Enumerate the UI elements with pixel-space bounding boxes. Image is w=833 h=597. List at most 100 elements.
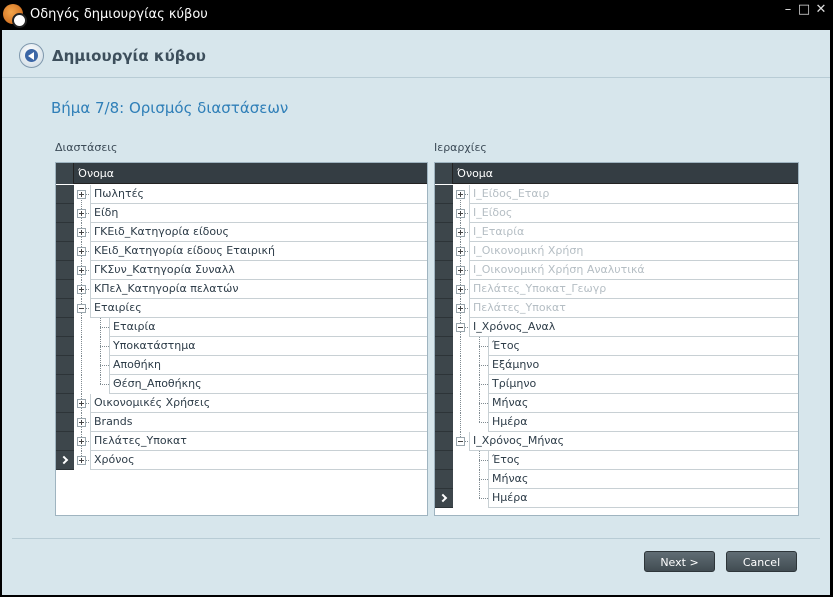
expand-plus-icon[interactable] xyxy=(77,247,86,256)
row-selector[interactable] xyxy=(56,242,74,261)
expand-plus-icon[interactable] xyxy=(77,190,86,199)
expand-plus-icon[interactable] xyxy=(456,247,465,256)
row-selector[interactable] xyxy=(56,204,74,223)
row-selector[interactable] xyxy=(56,223,74,242)
expand-plus-icon[interactable] xyxy=(77,228,86,237)
row-selector[interactable] xyxy=(56,337,74,356)
tree-row[interactable]: Έτος xyxy=(435,451,798,470)
tree-item-label[interactable]: Αποθήκη xyxy=(109,356,427,375)
tree-item-label[interactable]: Εταιρία xyxy=(109,318,427,337)
tree-item-label[interactable]: Brands xyxy=(90,413,427,432)
row-selector[interactable] xyxy=(435,394,453,413)
expand-plus-icon[interactable] xyxy=(77,456,86,465)
row-selector[interactable] xyxy=(56,413,74,432)
tree-row[interactable]: Ι_Είδος_Εταιρ xyxy=(435,185,798,213)
tree-row[interactable]: ΓΚΣυν_Κατηγορία Συναλλ xyxy=(56,261,427,280)
tree-row[interactable]: Ημέρα xyxy=(435,489,798,508)
row-selector[interactable] xyxy=(56,432,74,451)
row-selector[interactable] xyxy=(56,394,74,413)
tree-item-label[interactable]: Θέση_Αποθήκης xyxy=(109,375,427,394)
tree-row[interactable]: Είδη xyxy=(56,204,427,223)
tree-item-label[interactable]: Πελάτες_Υποκατ xyxy=(90,432,427,451)
row-selector[interactable] xyxy=(56,318,74,337)
row-selector[interactable] xyxy=(435,223,453,242)
tree-item-label[interactable]: Έτος xyxy=(488,451,798,470)
tree-row[interactable]: Εξάμηνο xyxy=(435,356,798,375)
row-selector[interactable] xyxy=(56,375,74,394)
collapse-minus-icon[interactable] xyxy=(456,437,465,446)
expand-plus-icon[interactable] xyxy=(456,285,465,294)
row-selector[interactable] xyxy=(435,413,453,432)
row-selector[interactable] xyxy=(435,299,453,318)
collapse-minus-icon[interactable] xyxy=(77,304,86,313)
row-selector[interactable] xyxy=(435,261,453,280)
tree-row[interactable]: Ι_Χρόνος_Αναλ xyxy=(435,318,798,337)
minimize-icon[interactable]: – xyxy=(780,3,796,19)
expand-plus-icon[interactable] xyxy=(77,418,86,427)
collapse-minus-icon[interactable] xyxy=(456,323,465,332)
expand-plus-icon[interactable] xyxy=(456,209,465,218)
row-selector-current-icon[interactable] xyxy=(435,489,453,508)
row-selector[interactable] xyxy=(435,204,453,223)
expand-plus-icon[interactable] xyxy=(77,266,86,275)
tree-row[interactable]: Εταιρίες xyxy=(56,299,427,318)
expand-plus-icon[interactable] xyxy=(77,209,86,218)
tree-row[interactable]: Ι_Οικονομική Χρήση Αναλυτικά xyxy=(435,261,798,280)
row-selector-current-icon[interactable] xyxy=(56,451,74,470)
tree-item-label[interactable]: Εταιρίες xyxy=(90,299,427,318)
tree-row[interactable]: Έτος xyxy=(435,337,798,356)
tree-item-label[interactable]: Τρίμηνο xyxy=(488,375,798,394)
back-arrow-icon[interactable] xyxy=(19,43,44,68)
tree-item-label[interactable]: Πελάτες_Υποκατ_Γεωγρ xyxy=(469,280,798,299)
tree-row[interactable]: Πωλητές xyxy=(56,185,427,213)
tree-row[interactable]: Πελάτες_Υποκατ xyxy=(435,299,798,318)
expand-plus-icon[interactable] xyxy=(456,190,465,199)
tree-item-label[interactable]: Ι_Είδος xyxy=(469,204,798,223)
tree-item-label[interactable]: Ι_Είδος_Εταιρ xyxy=(469,185,798,204)
tree-item-label[interactable]: ΚΕιδ_Κατηγορία είδους Εταιρική xyxy=(90,242,427,261)
row-selector[interactable] xyxy=(435,280,453,299)
row-selector[interactable] xyxy=(435,451,453,470)
tree-row[interactable]: Θέση_Αποθήκης xyxy=(56,375,427,394)
tree-item-label[interactable]: Ι_Οικονομική Χρήση xyxy=(469,242,798,261)
tree-item-label[interactable]: Πωλητές xyxy=(90,185,427,204)
expand-plus-icon[interactable] xyxy=(77,285,86,294)
column-header-name[interactable]: Όνομα xyxy=(78,167,114,180)
tree-item-label[interactable]: Ημέρα xyxy=(488,413,798,432)
tree-row[interactable]: ΚΕιδ_Κατηγορία είδους Εταιρική xyxy=(56,242,427,261)
tree-item-label[interactable]: Ημέρα xyxy=(488,489,798,508)
tree-row[interactable]: Ι_Είδος xyxy=(435,204,798,223)
row-selector[interactable] xyxy=(56,261,74,280)
row-selector[interactable] xyxy=(435,470,453,489)
row-selector[interactable] xyxy=(435,432,453,451)
tree-row[interactable]: Μήνας xyxy=(435,394,798,413)
row-selector[interactable] xyxy=(435,185,453,204)
tree-item-label[interactable]: Χρόνος xyxy=(90,451,427,470)
tree-item-label[interactable]: Ι_Χρόνος_Αναλ xyxy=(469,318,798,337)
tree-item-label[interactable]: ΓΚΣυν_Κατηγορία Συναλλ xyxy=(90,261,427,280)
row-selector[interactable] xyxy=(56,185,74,204)
next-button[interactable]: Next > xyxy=(644,551,715,572)
tree-row[interactable]: ΚΠελ_Κατηγορία πελατών xyxy=(56,280,427,299)
tree-row[interactable]: Πελάτες_Υποκατ xyxy=(56,432,427,451)
tree-row[interactable]: Αποθήκη xyxy=(56,356,427,375)
tree-row[interactable]: ΓΚΕιδ_Κατηγορία είδους xyxy=(56,223,427,242)
dimensions-tree-grid[interactable]: Όνομα Πωλητές Είδη ΓΚΕιδ_Κατηγορία είδους Κ… xyxy=(55,162,428,516)
tree-row[interactable]: Χρόνος xyxy=(56,451,427,470)
column-header-name[interactable]: Όνομα xyxy=(457,167,493,180)
tree-item-label[interactable]: Μήνας xyxy=(488,394,798,413)
hierarchies-tree-grid[interactable]: Όνομα Ι_Είδος_Εταιρ Ι_Είδος Ι_Εταιρία Ι_Οικ… xyxy=(434,162,799,516)
row-selector[interactable] xyxy=(435,318,453,337)
tree-row[interactable]: Εταιρία xyxy=(56,318,427,337)
tree-row[interactable]: Brands xyxy=(56,413,427,432)
expand-plus-icon[interactable] xyxy=(456,228,465,237)
tree-row[interactable]: Οικονομικές Χρήσεις xyxy=(56,394,427,413)
tree-item-label[interactable]: Ι_Εταιρία xyxy=(469,223,798,242)
tree-row[interactable]: Ημέρα xyxy=(435,413,798,432)
tree-item-label[interactable]: Είδη xyxy=(90,204,427,223)
row-selector[interactable] xyxy=(435,356,453,375)
tree-row[interactable]: Πελάτες_Υποκατ_Γεωγρ xyxy=(435,280,798,299)
tree-item-label[interactable]: Έτος xyxy=(488,337,798,356)
tree-item-label[interactable]: ΓΚΕιδ_Κατηγορία είδους xyxy=(90,223,427,242)
tree-item-label[interactable]: Ι_Χρόνος_Μήνας xyxy=(469,432,798,451)
